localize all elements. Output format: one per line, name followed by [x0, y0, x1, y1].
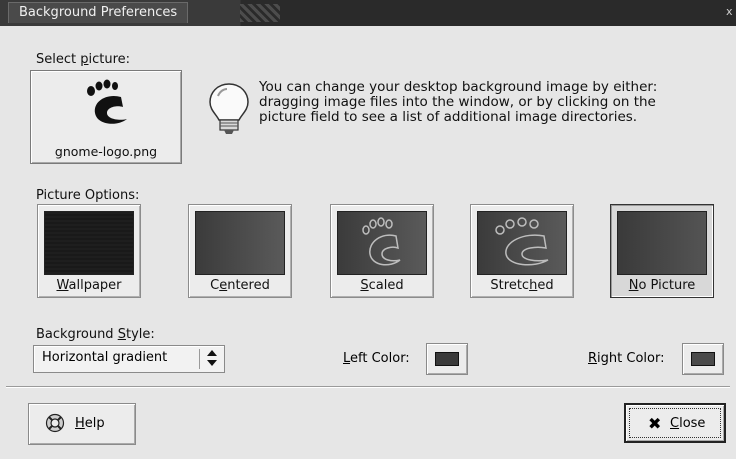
right-color-label-rest: ight Color: — [597, 351, 665, 366]
scaled-foot-icon — [362, 217, 401, 266]
select-picture-label-mnemonic: p — [80, 52, 89, 67]
right-color-swatch — [691, 352, 715, 366]
help-button-label-rest: elp — [84, 416, 105, 431]
selected-filename: gnome-logo.png — [54, 144, 158, 159]
help-button-label: Help — [75, 416, 105, 431]
close-x-icon: ✖ — [648, 414, 662, 433]
background-style-label: Background Style: — [36, 327, 155, 342]
button-area-divider — [6, 386, 730, 388]
option-wallpaper-label: Wallpaper — [38, 278, 140, 293]
option-scaled-label-post: caled — [368, 278, 404, 293]
option-centered-label-mnemonic: e — [219, 278, 228, 293]
option-wallpaper-button[interactable]: Wallpaper — [37, 204, 141, 298]
help-button[interactable]: Help — [28, 403, 136, 445]
option-centered-label-pre: C — [210, 278, 220, 293]
picture-options-label: Picture Options: — [36, 188, 140, 203]
select-picture-label: Select picture: — [36, 52, 130, 67]
left-color-picker[interactable] — [426, 343, 468, 375]
lightbulb-icon — [209, 83, 249, 134]
option-scaled-label: Scaled — [331, 278, 433, 293]
combo-separator — [199, 349, 200, 369]
left-color-label-rest: eft Color: — [350, 351, 410, 366]
instructions-line-2: dragging image files into the window, or… — [259, 94, 656, 110]
close-button-label-mnemonic: C — [670, 416, 680, 431]
close-button[interactable]: ✖ Close — [624, 403, 726, 443]
window-close-icon[interactable]: x — [726, 6, 736, 18]
background-style-label-mnemonic: S — [117, 327, 126, 342]
select-picture-label-suffix: icture: — [88, 52, 131, 67]
title-bar[interactable]: Background Preferences x — [0, 0, 736, 26]
background-style-label-prefix: Background — [36, 327, 118, 342]
option-stretched-label-pre: Stretc — [490, 278, 530, 293]
centered-thumbnail — [195, 211, 285, 275]
no-picture-thumbnail — [617, 211, 707, 275]
option-centered-button[interactable]: Centered — [188, 204, 292, 298]
lifebuoy-icon — [45, 413, 65, 433]
option-centered-label-post: ntered — [227, 278, 270, 293]
right-color-picker[interactable] — [682, 343, 724, 375]
option-no-picture-button[interactable]: No Picture — [610, 204, 714, 298]
instructions-line-3: picture field to see a list of additiona… — [259, 109, 638, 125]
stretched-foot-icon — [495, 217, 549, 266]
wallpaper-thumbnail — [44, 211, 134, 275]
close-button-label-rest: lose — [679, 416, 706, 431]
background-style-label-suffix: tyle: — [125, 327, 155, 342]
option-stretched-label: Stretched — [471, 278, 573, 293]
gnome-foot-icon — [87, 79, 127, 124]
select-picture-button[interactable]: gnome-logo.png — [30, 70, 182, 164]
left-color-label: Left Color: — [343, 351, 410, 366]
option-stretched-label-post: ed — [537, 278, 554, 293]
background-preferences-window: Background Preferences x Select picture:… — [0, 0, 736, 459]
option-stretched-button[interactable]: Stretched — [470, 204, 574, 298]
option-wallpaper-label-post: allpaper — [68, 278, 122, 293]
background-style-select[interactable]: Horizontal gradient — [33, 345, 225, 373]
spin-arrows-icon[interactable] — [206, 348, 218, 370]
title-bar-grip — [240, 4, 280, 22]
option-no-picture-label: No Picture — [611, 278, 713, 293]
scaled-thumbnail — [337, 211, 427, 275]
option-no-picture-label-post: o Picture — [638, 278, 696, 293]
stretched-thumbnail — [477, 211, 567, 275]
right-color-label-mnemonic: R — [588, 351, 598, 366]
option-centered-label: Centered — [189, 278, 291, 293]
left-color-label-mnemonic: L — [343, 351, 351, 366]
option-wallpaper-label-mnemonic: W — [56, 278, 69, 293]
help-button-label-mnemonic: H — [75, 416, 85, 431]
instructions-text: You can change your desktop background i… — [259, 80, 729, 125]
window-title: Background Preferences — [8, 2, 189, 23]
left-color-swatch — [435, 352, 459, 366]
close-button-label: Close — [670, 416, 705, 431]
right-color-label: Right Color: — [588, 351, 664, 366]
option-scaled-button[interactable]: Scaled — [330, 204, 434, 298]
select-picture-label-prefix: Select — [36, 52, 81, 67]
option-no-picture-label-mnemonic: N — [628, 278, 639, 293]
background-style-value: Horizontal gradient — [42, 350, 168, 365]
instructions-line-1: You can change your desktop background i… — [259, 79, 658, 95]
option-scaled-label-mnemonic: S — [360, 278, 369, 293]
